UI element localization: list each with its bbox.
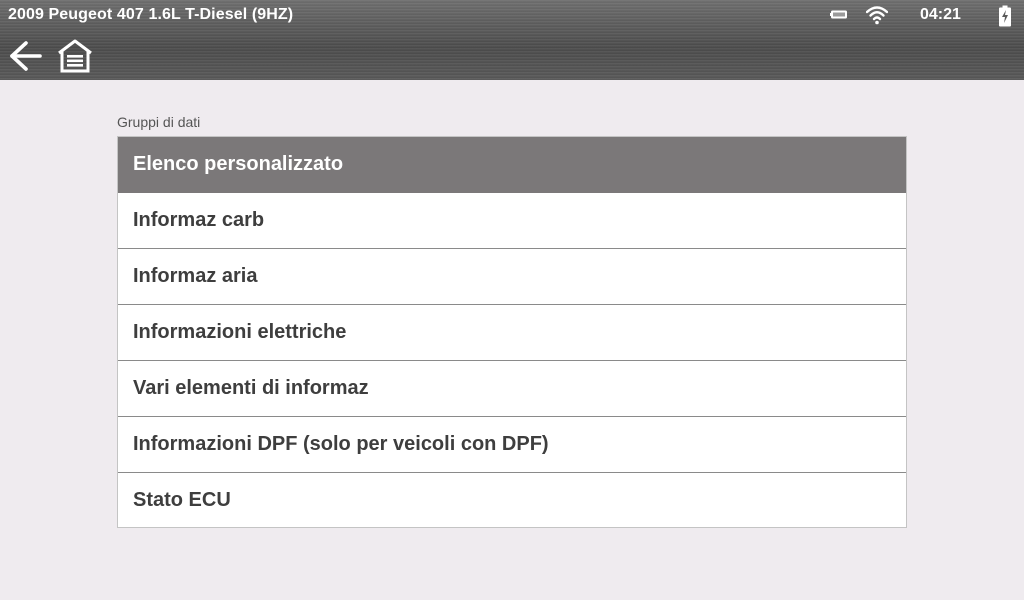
- battery-icon: [830, 10, 847, 19]
- clock: 04:21: [920, 6, 961, 23]
- list-item-elenco-personalizzato[interactable]: Elenco personalizzato: [118, 137, 906, 193]
- status-icons: 04:21: [794, 0, 1024, 30]
- list-item-informazioni-elettriche[interactable]: Informazioni elettriche: [118, 305, 906, 361]
- list-item-informaz-carb[interactable]: Informaz carb: [118, 193, 906, 249]
- toolbar: [0, 30, 1024, 80]
- list-item-vari-elementi[interactable]: Vari elementi di informaz: [118, 361, 906, 417]
- home-button[interactable]: [56, 38, 94, 74]
- data-group-list: Elenco personalizzato Informaz carb Info…: [117, 136, 907, 528]
- home-garage-icon: [58, 39, 92, 73]
- list-item-informazioni-dpf[interactable]: Informazioni DPF (solo per veicoli con D…: [118, 417, 906, 473]
- vehicle-title: 2009 Peugeot 407 1.6L T-Diesel (9HZ): [8, 6, 294, 23]
- status-bar: 2009 Peugeot 407 1.6L T-Diesel (9HZ) 04:…: [0, 0, 1024, 30]
- back-button[interactable]: [6, 38, 44, 74]
- back-arrow-icon: [10, 41, 42, 71]
- list-item-stato-ecu[interactable]: Stato ECU: [118, 473, 906, 527]
- battery-charging-icon: [999, 5, 1011, 27]
- section-label: Gruppi di dati: [117, 114, 201, 130]
- wifi-icon: [866, 6, 888, 25]
- list-item-informaz-aria[interactable]: Informaz aria: [118, 249, 906, 305]
- top-bar: 2009 Peugeot 407 1.6L T-Diesel (9HZ) 04:…: [0, 0, 1024, 80]
